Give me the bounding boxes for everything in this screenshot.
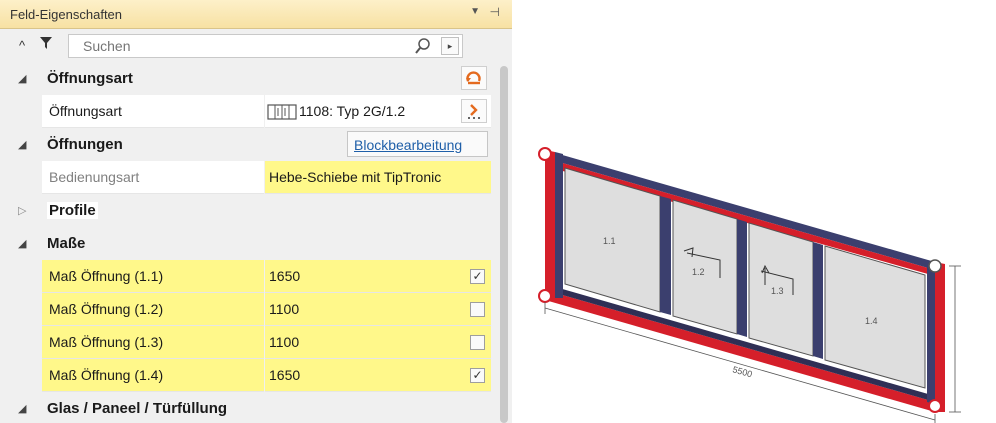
property-row-mass[interactable]: Maß Öffnung (1.3) 1100 bbox=[0, 326, 496, 359]
search-input[interactable] bbox=[69, 35, 409, 57]
property-row-mass[interactable]: Maß Öffnung (1.2) 1100 bbox=[0, 293, 496, 326]
property-name: Bedienungsart bbox=[42, 161, 264, 194]
category-label: Öffnungen bbox=[47, 136, 123, 153]
opening-type-value: 1108: Typ 2G/1.2 bbox=[299, 103, 406, 119]
category-label: Maße bbox=[47, 235, 86, 252]
category-label: Öffnungsart bbox=[47, 70, 133, 87]
corner-marker[interactable] bbox=[538, 289, 552, 303]
checkbox-unchecked[interactable] bbox=[470, 335, 485, 350]
property-name: Maß Öffnung (1.4) bbox=[42, 359, 264, 392]
pane-label: 1.1 bbox=[603, 236, 616, 246]
category-oeffnungsart[interactable]: ◢ Öffnungsart bbox=[0, 62, 496, 95]
pane-1-2[interactable] bbox=[672, 199, 738, 335]
left-frame bbox=[545, 150, 555, 300]
left-profile bbox=[555, 152, 563, 298]
search-box: ▸ bbox=[68, 34, 463, 58]
search-icon[interactable] bbox=[414, 37, 432, 55]
pane-label: 1.3 bbox=[771, 286, 784, 296]
property-value[interactable]: Hebe-Schiebe mit TipTronic bbox=[265, 161, 491, 194]
property-value[interactable]: 1650 ✓ bbox=[265, 260, 491, 293]
category-label: Profile bbox=[47, 202, 98, 219]
window-3d-view[interactable]: 1.1 1.2 1.3 1.4 5500 bbox=[515, 130, 996, 423]
expanded-icon[interactable]: ◢ bbox=[18, 138, 26, 151]
window-type-icon bbox=[267, 104, 297, 120]
scroll-thumb[interactable] bbox=[500, 66, 508, 423]
checkbox-checked[interactable]: ✓ bbox=[470, 368, 485, 383]
property-row-mass[interactable]: Maß Öffnung (1.4) 1650 ✓ bbox=[0, 359, 496, 392]
filter-icon[interactable] bbox=[36, 36, 56, 56]
properties-panel: Feld-Eigenschaften ▼ ⊣ ^ ▸ ◢ Öffnungsart… bbox=[0, 0, 512, 423]
checkbox-checked[interactable]: ✓ bbox=[470, 269, 485, 284]
property-row-bedienungsart[interactable]: Bedienungsart Hebe-Schiebe mit TipTronic bbox=[0, 161, 496, 194]
property-name: Maß Öffnung (1.2) bbox=[42, 293, 264, 326]
checkbox-unchecked[interactable] bbox=[470, 302, 485, 317]
mullion bbox=[813, 242, 823, 359]
browse-button[interactable] bbox=[461, 99, 487, 123]
right-frame bbox=[935, 262, 945, 412]
category-profile[interactable]: ▷ Profile bbox=[0, 194, 496, 227]
category-masse[interactable]: ◢ Maße bbox=[0, 227, 496, 260]
property-row-oeffnungsart[interactable]: Öffnungsart 1108: Typ 2G/1.2 bbox=[0, 95, 496, 128]
search-options-icon[interactable]: ▸ bbox=[441, 37, 459, 55]
panel-title: Feld-Eigenschaften bbox=[10, 7, 123, 22]
mullion bbox=[660, 196, 671, 315]
right-profile bbox=[927, 260, 935, 404]
collapsed-icon[interactable]: ▷ bbox=[18, 204, 26, 217]
property-value[interactable]: 1100 bbox=[265, 293, 491, 326]
property-value[interactable]: 1108: Typ 2G/1.2 bbox=[265, 95, 491, 128]
category-oeffnungen[interactable]: ◢ Öffnungen Blockbearbeitung bbox=[0, 128, 496, 161]
panel-toolbar: ^ ▸ bbox=[0, 29, 512, 62]
property-row-mass[interactable]: Maß Öffnung (1.1) 1650 ✓ bbox=[0, 260, 496, 293]
reset-icon[interactable] bbox=[461, 66, 487, 90]
corner-marker[interactable] bbox=[928, 399, 942, 413]
property-name: Maß Öffnung (1.1) bbox=[42, 260, 264, 293]
dropdown-arrow-icon[interactable]: ▼ bbox=[470, 6, 480, 17]
property-value[interactable]: 1100 bbox=[265, 326, 491, 359]
category-label: Glas / Paneel / Türfüllung bbox=[47, 400, 228, 417]
panel-titlebar: Feld-Eigenschaften ▼ ⊣ bbox=[0, 0, 512, 29]
pane-label: 1.4 bbox=[865, 316, 878, 326]
property-value[interactable]: 1650 ✓ bbox=[265, 359, 491, 392]
expanded-icon[interactable]: ◢ bbox=[18, 237, 26, 250]
expanded-icon[interactable]: ◢ bbox=[18, 402, 26, 415]
vertical-scrollbar[interactable] bbox=[496, 62, 512, 423]
block-edit-button[interactable]: Blockbearbeitung bbox=[347, 131, 488, 157]
corner-marker[interactable] bbox=[538, 147, 552, 161]
pin-icon[interactable]: ⊣ bbox=[490, 5, 500, 19]
corner-marker[interactable] bbox=[928, 259, 942, 273]
pane-label: 1.2 bbox=[692, 267, 705, 277]
collapse-all-icon[interactable]: ^ bbox=[12, 36, 32, 56]
property-name: Öffnungsart bbox=[42, 95, 264, 128]
expanded-icon[interactable]: ◢ bbox=[18, 72, 26, 85]
property-grid: ◢ Öffnungsart Öffnungsart 1108: Typ 2G/1… bbox=[0, 62, 496, 423]
mullion bbox=[737, 219, 747, 337]
property-name: Maß Öffnung (1.3) bbox=[42, 326, 264, 359]
category-glas[interactable]: ◢ Glas / Paneel / Türfüllung bbox=[0, 392, 496, 423]
